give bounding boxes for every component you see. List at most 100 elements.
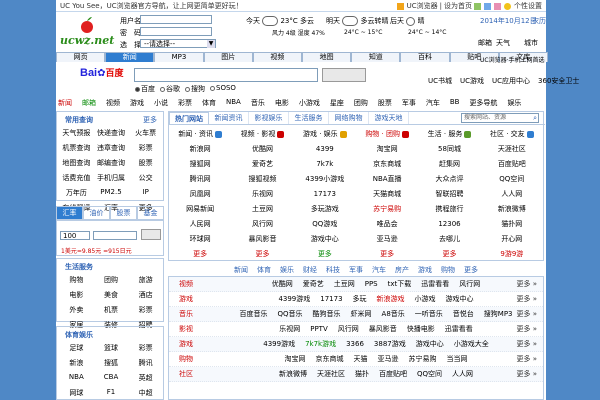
tab-fund[interactable]: 基金	[137, 206, 164, 220]
main-site-link[interactable]: 乐视网	[231, 187, 293, 202]
radio-soso[interactable]: SOSO	[210, 84, 236, 94]
grid-link[interactable]: 违章查询	[94, 143, 129, 153]
lunar-link[interactable]: 农历	[532, 16, 546, 26]
row-category[interactable]: 音乐	[179, 307, 193, 322]
main-site-link[interactable]: NBA直播	[356, 172, 418, 187]
row-category[interactable]: 社区	[179, 367, 193, 382]
main-site-link[interactable]: 土豆网	[231, 202, 293, 217]
link-uc-app[interactable]: UC应用中心	[492, 76, 530, 86]
tab-oil[interactable]: 油价	[83, 206, 110, 220]
row-link[interactable]: QQ音乐	[278, 307, 303, 322]
row-more-link[interactable]: 更多 »	[516, 307, 537, 322]
row-more-link[interactable]: 更多 »	[516, 337, 537, 352]
row-link[interactable]: 风行网	[338, 322, 359, 337]
row-link[interactable]: QQ空间	[417, 367, 442, 382]
row-category[interactable]: 影视	[179, 322, 193, 337]
row-link[interactable]: 优酷网	[272, 277, 293, 292]
main-site-link[interactable]: 4399小游戏	[294, 172, 356, 187]
grid-link[interactable]: 火车票	[128, 128, 163, 138]
category-link[interactable]: 汽车	[372, 265, 386, 275]
main-site-link[interactable]: 更多	[169, 247, 231, 262]
main-tab[interactable]: 影视娱乐	[249, 112, 289, 124]
row-link[interactable]: 天猫	[354, 352, 368, 367]
main-site-link[interactable]: 淘宝网	[356, 142, 418, 157]
main-category-header[interactable]: 社区 · 交友	[481, 127, 543, 142]
nav-link[interactable]: 视频	[106, 98, 120, 108]
category-link[interactable]: 新闻	[234, 265, 248, 275]
grid-link[interactable]: 新浪	[59, 358, 94, 368]
grid-link[interactable]: 机票查询	[59, 143, 94, 153]
link-uc-book[interactable]: UC书城	[428, 76, 452, 86]
main-site-link[interactable]: 17173	[294, 187, 356, 202]
row-link[interactable]: 百度音乐	[240, 307, 268, 322]
main-category-header[interactable]: 生活 · 服务	[418, 127, 480, 142]
category-link[interactable]: 体育	[257, 265, 271, 275]
grid-link[interactable]: F1	[94, 388, 129, 398]
grid-link[interactable]: 团购	[94, 275, 129, 285]
main-category-header[interactable]: 新闻 · 资讯	[169, 127, 231, 142]
category-select[interactable]: --请选择-- ▼	[140, 39, 216, 48]
nav-link[interactable]: 电影	[275, 98, 289, 108]
row-category[interactable]: 视频	[179, 277, 193, 292]
nav-link[interactable]: 邮箱	[82, 98, 96, 108]
main-site-link[interactable]: 人民网	[169, 217, 231, 232]
set-homepage-link[interactable]: 设为首页	[444, 1, 472, 11]
main-search-input[interactable]: 搜索网站、资源 ⌕	[461, 113, 539, 123]
grid-link[interactable]: 网球	[59, 388, 94, 398]
amount-select[interactable]: 100	[60, 231, 90, 240]
main-tab[interactable]: 游戏天地	[369, 112, 409, 124]
row-link[interactable]: 快播电影	[407, 322, 435, 337]
main-category-header[interactable]: 购物 · 团购	[356, 127, 418, 142]
row-more-link[interactable]: 更多 »	[516, 367, 537, 382]
main-site-link[interactable]: 大众点评	[418, 172, 480, 187]
main-site-link[interactable]: 智联招聘	[418, 187, 480, 202]
nav-link[interactable]: 音乐	[251, 98, 265, 108]
row-link[interactable]: 多玩	[353, 292, 367, 307]
main-site-link[interactable]: 更多	[356, 247, 418, 262]
main-site-link[interactable]: QQ空间	[481, 172, 543, 187]
uc-browser-link[interactable]: UC浏览器	[407, 1, 438, 11]
grid-link[interactable]: 彩票	[128, 343, 163, 353]
row-category[interactable]: 游戏	[179, 292, 193, 307]
main-site-link[interactable]: 58同城	[418, 142, 480, 157]
password-input[interactable]	[140, 27, 212, 36]
grid-link[interactable]: 购物	[59, 275, 94, 285]
username-input[interactable]	[140, 15, 212, 24]
skin-icon-1[interactable]	[474, 2, 481, 10]
weather-tomorrow[interactable]: 明天 多云转晴	[326, 16, 388, 26]
grid-link[interactable]: 彩票	[128, 305, 163, 315]
logo[interactable]: ucwz.net	[58, 16, 114, 48]
row-link[interactable]: 天涯社区	[317, 367, 345, 382]
main-site-link[interactable]: 更多	[231, 247, 293, 262]
search-button[interactable]: 百度一下	[322, 68, 366, 82]
row-category[interactable]: 游戏	[179, 337, 193, 352]
grid-link[interactable]: 电影	[59, 290, 94, 300]
grid-link[interactable]: 篮球	[94, 343, 129, 353]
row-link[interactable]: 乐视网	[279, 322, 300, 337]
grid-link[interactable]: 机票	[94, 305, 129, 315]
weather-today[interactable]: 今天 23°C 多云	[246, 16, 314, 26]
baidu-logo[interactable]: Bai✿百度	[80, 66, 132, 80]
main-tab[interactable]: 生活服务	[289, 112, 329, 124]
grid-link[interactable]: 公交	[128, 173, 163, 183]
row-link[interactable]: 虾米网	[351, 307, 372, 322]
row-link[interactable]: 4399游戏	[263, 337, 295, 352]
main-site-link[interactable]: 风行网	[231, 217, 293, 232]
row-link[interactable]: 音悦台	[453, 307, 474, 322]
main-category-header[interactable]: 视频 · 影视	[231, 127, 293, 142]
main-site-link[interactable]: 猫扑网	[481, 217, 543, 232]
nav-link[interactable]: 体育	[202, 98, 216, 108]
tab-video[interactable]: 视频	[252, 52, 303, 62]
row-more-link[interactable]: 更多 »	[516, 292, 537, 307]
row-link[interactable]: 酷狗音乐	[313, 307, 341, 322]
tab-mp3[interactable]: MP3	[154, 52, 204, 62]
main-site-link[interactable]: 百度贴吧	[481, 157, 543, 172]
main-site-link[interactable]: 腾讯网	[169, 172, 231, 187]
row-link[interactable]: txt下载	[388, 277, 412, 292]
tab-images[interactable]: 图片	[203, 52, 253, 62]
link-360[interactable]: 360安全卫士	[538, 76, 579, 86]
category-link[interactable]: 娱乐	[280, 265, 294, 275]
row-link[interactable]: 小游戏	[415, 292, 436, 307]
row-link[interactable]: 3366	[346, 337, 364, 352]
main-site-link[interactable]: 9游9游	[481, 247, 543, 262]
